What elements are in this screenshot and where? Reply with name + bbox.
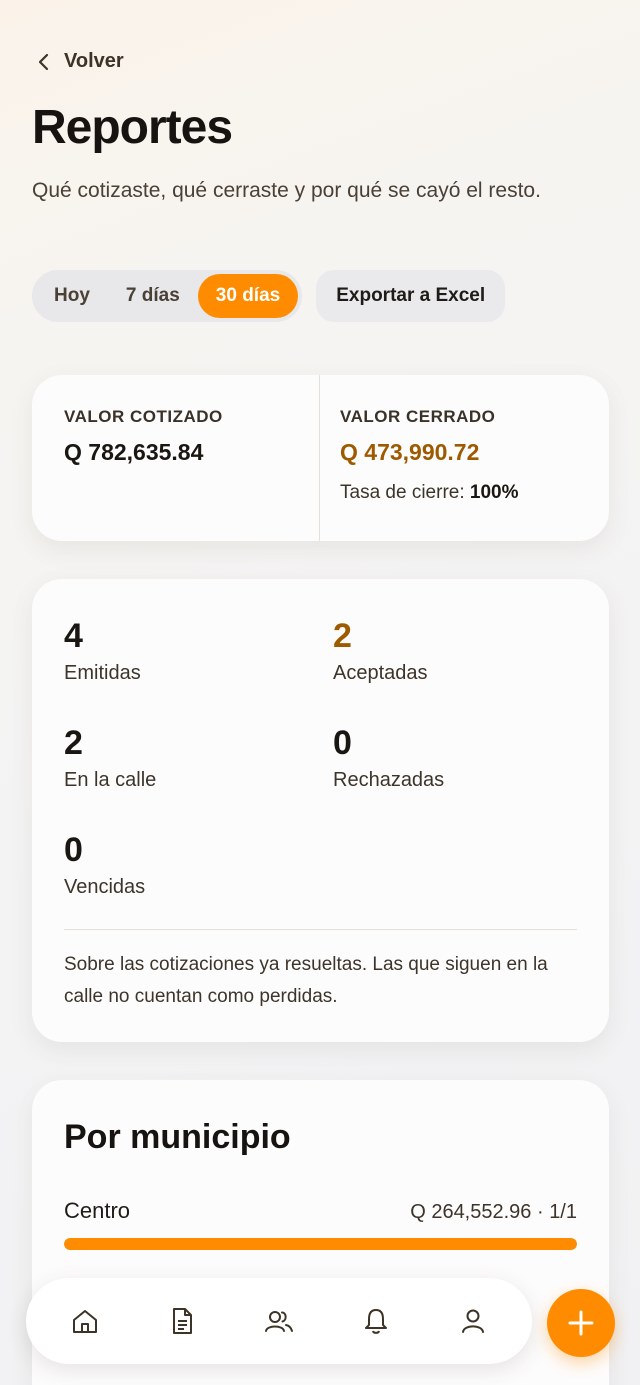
stat-expired-value: 0 (64, 831, 83, 869)
plus-icon (568, 1310, 594, 1336)
closed-value-section: VALOR CERRADO Q 473,990.72 Tasa de cierr… (319, 375, 609, 541)
nav-home[interactable] (61, 1297, 109, 1345)
stat-issued: 4 Emitidas (64, 617, 141, 685)
stat-expired-label: Vencidas (64, 876, 146, 898)
export-excel-button[interactable]: Exportar a Excel (316, 270, 506, 322)
stat-issued-label: Emitidas (64, 662, 141, 684)
nav-clients[interactable] (255, 1297, 303, 1345)
stat-rejected: 0 Rechazadas (333, 724, 444, 792)
stat-in-street-label: En la calle (64, 769, 157, 791)
stat-issued-value: 4 (64, 617, 83, 655)
document-icon (172, 1308, 192, 1334)
nav-quotes[interactable] (158, 1297, 206, 1345)
stats-card: 4 Emitidas 2 Aceptadas 2 En la calle 0 R… (32, 579, 609, 1042)
stat-expired: 0 Vencidas (64, 831, 145, 899)
close-rate-label: Tasa de cierre: (340, 482, 465, 503)
quoted-value-section: VALOR COTIZADO Q 782,635.84 (32, 375, 319, 541)
close-rate-value: 100% (469, 482, 519, 503)
add-quote-fab[interactable] (547, 1289, 615, 1357)
stats-note: Sobre las cotizaciones ya resueltas. Las… (64, 954, 548, 1007)
stat-rejected-label: Rechazadas (333, 769, 445, 791)
period-7-days-button[interactable]: 7 días (108, 274, 198, 318)
closed-value-label: VALOR CERRADO (340, 407, 496, 426)
stat-accepted-label: Aceptadas (333, 662, 428, 684)
users-icon (264, 1311, 293, 1332)
municipio-title: Por municipio (64, 1118, 291, 1156)
period-today-button[interactable]: Hoy (36, 274, 108, 318)
municipio-progress-bar (64, 1238, 577, 1250)
period-filters: Hoy 7 días 30 días Exportar a Excel (32, 270, 506, 322)
bell-icon (365, 1309, 388, 1334)
nav-profile[interactable] (449, 1297, 497, 1345)
bottom-nav (26, 1278, 532, 1364)
stat-rejected-value: 0 (333, 724, 352, 762)
nav-notifications[interactable] (352, 1297, 400, 1345)
page-title: Reportes (32, 101, 233, 154)
period-segmented-control: Hoy 7 días 30 días (32, 270, 303, 322)
stat-accepted: 2 Aceptadas (333, 617, 428, 685)
municipio-progress-fill (64, 1238, 577, 1250)
municipio-value: Q 264,552.96 · 1/1 (410, 1201, 577, 1223)
chevron-left-icon (38, 53, 49, 70)
period-30-days-button[interactable]: 30 días (197, 274, 299, 318)
stats-divider (64, 929, 577, 930)
stat-accepted-value: 2 (333, 617, 352, 655)
home-icon (72, 1310, 97, 1333)
municipio-name: Centro (64, 1198, 131, 1223)
back-label: Volver (64, 50, 124, 72)
stat-in-street-value: 2 (64, 724, 83, 762)
closed-value-amount: Q 473,990.72 (340, 439, 480, 465)
values-card: VALOR COTIZADO Q 782,635.84 VALOR CERRAD… (32, 375, 609, 541)
profile-icon (462, 1309, 485, 1333)
municipio-row[interactable]: Centro Q 264,552.96 · 1/1 (64, 1198, 577, 1224)
close-rate: Tasa de cierre: 100% (340, 482, 609, 504)
stat-in-street: 2 En la calle (64, 724, 156, 792)
quoted-value-label: VALOR COTIZADO (64, 407, 223, 426)
back-button[interactable]: Volver (34, 50, 124, 73)
page-subtitle: Qué cotizaste, qué cerraste y por qué se… (32, 179, 541, 202)
quoted-value-amount: Q 782,635.84 (64, 439, 204, 465)
